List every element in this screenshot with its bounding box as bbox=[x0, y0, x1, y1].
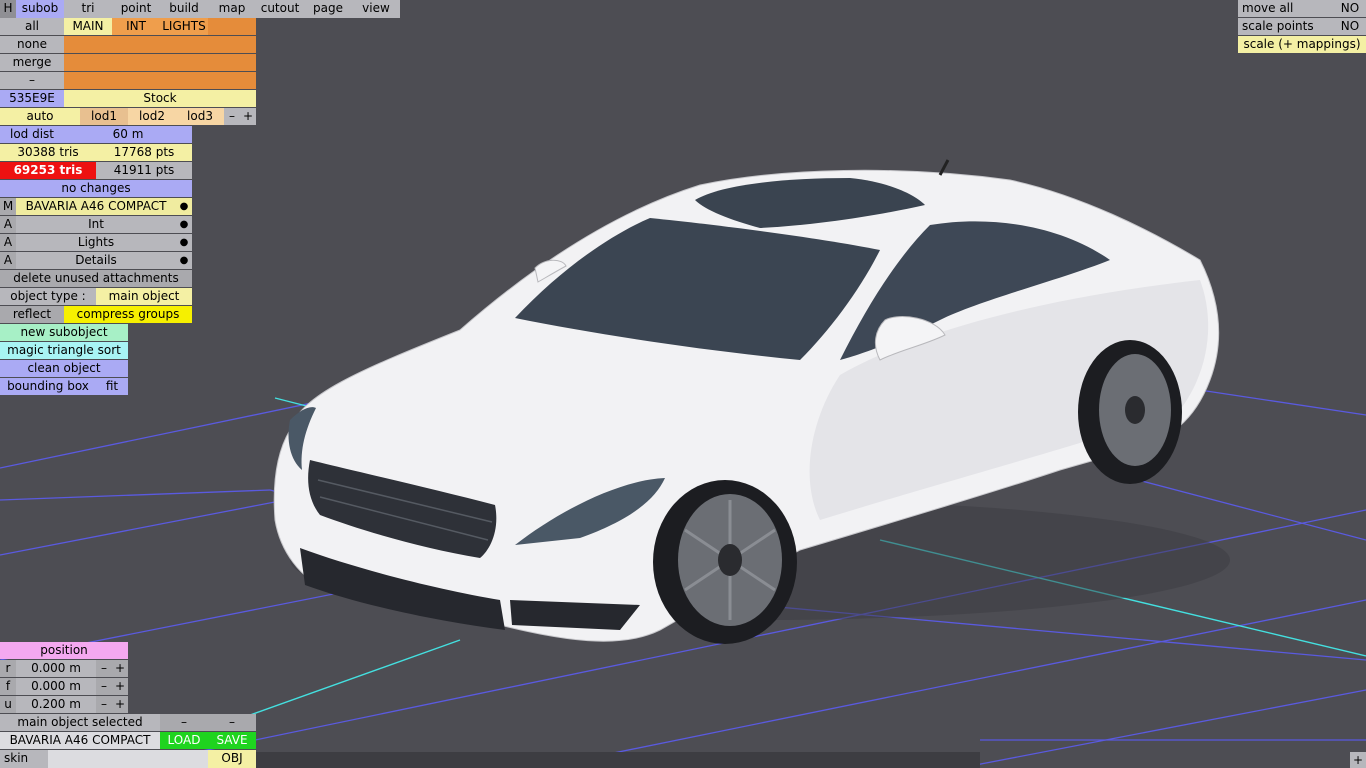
save-button[interactable]: SAVE bbox=[208, 732, 256, 749]
group-slot[interactable] bbox=[160, 36, 208, 53]
part-visibility-toggle[interactable]: ● bbox=[176, 216, 192, 233]
group-slot[interactable] bbox=[160, 54, 208, 71]
bounding-box-button[interactable]: bounding box bbox=[0, 378, 96, 395]
group-slot[interactable] bbox=[64, 54, 112, 71]
tab-h[interactable]: H bbox=[0, 0, 16, 18]
delete-unused-attachments-button[interactable]: delete unused attachments bbox=[0, 270, 192, 287]
select-none-button[interactable]: none bbox=[0, 36, 64, 53]
part-name-details[interactable]: Details bbox=[16, 252, 176, 269]
group-slot[interactable] bbox=[112, 72, 160, 89]
tab-build[interactable]: build bbox=[160, 0, 208, 18]
group-slot[interactable] bbox=[160, 72, 208, 89]
position-minus-u[interactable]: – bbox=[96, 696, 112, 713]
part-flag[interactable]: A bbox=[0, 252, 16, 269]
group-slot[interactable] bbox=[112, 54, 160, 71]
select-all-button[interactable]: all bbox=[0, 18, 64, 35]
position-plus-f[interactable]: + bbox=[112, 678, 128, 695]
magic-triangle-sort-button[interactable]: magic triangle sort bbox=[0, 342, 128, 359]
clean-object-button[interactable]: clean object bbox=[0, 360, 128, 377]
part-visibility-toggle[interactable]: ● bbox=[176, 252, 192, 269]
part-flag[interactable]: M bbox=[0, 198, 16, 215]
lod3-button[interactable]: lod3 bbox=[176, 108, 224, 125]
position-plus-u[interactable]: + bbox=[112, 696, 128, 713]
object-type-value[interactable]: main object bbox=[96, 288, 192, 305]
group-slot[interactable] bbox=[64, 36, 112, 53]
part-name-lights[interactable]: Lights bbox=[16, 234, 176, 251]
part-visibility-toggle[interactable]: ● bbox=[176, 198, 192, 215]
selection-status: main object selected bbox=[0, 714, 160, 731]
changes-status: no changes bbox=[0, 180, 192, 197]
group-lights[interactable]: LIGHTS bbox=[160, 18, 208, 35]
group-slot[interactable] bbox=[112, 36, 160, 53]
group-slot[interactable] bbox=[64, 72, 112, 89]
tab-map[interactable]: map bbox=[208, 0, 256, 18]
lod-minus-button[interactable]: – bbox=[224, 108, 240, 125]
position-title: position bbox=[0, 642, 128, 659]
move-all-toggle[interactable]: NO bbox=[1334, 0, 1366, 17]
tris-count: 30388 tris bbox=[0, 144, 96, 161]
new-subobject-button[interactable]: new subobject bbox=[0, 324, 128, 341]
part-name-main[interactable]: BAVARIA A46 COMPACT bbox=[16, 198, 176, 215]
selection-dash-button[interactable]: – bbox=[208, 714, 256, 731]
scale-points-label[interactable]: scale points bbox=[1238, 18, 1334, 35]
part-flag[interactable]: A bbox=[0, 234, 16, 251]
lod1-button[interactable]: lod1 bbox=[80, 108, 128, 125]
scale-mappings-button[interactable]: scale (+ mappings) bbox=[1238, 36, 1366, 53]
lod-dist-value[interactable]: 60 m bbox=[64, 126, 192, 143]
group-main[interactable]: MAIN bbox=[64, 18, 112, 35]
reflect-button[interactable]: reflect bbox=[0, 306, 64, 323]
tab-tri[interactable]: tri bbox=[64, 0, 112, 18]
position-axis-f: f bbox=[0, 678, 16, 695]
corner-plus-button[interactable]: + bbox=[1350, 752, 1366, 768]
position-minus-f[interactable]: – bbox=[96, 678, 112, 695]
position-value-r[interactable]: 0.000 m bbox=[16, 660, 96, 677]
timeline-scrollbar[interactable] bbox=[256, 752, 980, 768]
lod-dist-label: lod dist bbox=[0, 126, 64, 143]
tab-page[interactable]: page bbox=[304, 0, 352, 18]
part-name-int[interactable]: Int bbox=[16, 216, 176, 233]
merge-button[interactable]: merge bbox=[0, 54, 64, 71]
position-minus-r[interactable]: – bbox=[96, 660, 112, 677]
car-model bbox=[273, 159, 1230, 644]
group-slot[interactable] bbox=[208, 36, 256, 53]
model-name-field[interactable]: BAVARIA A46 COMPACT bbox=[0, 732, 160, 749]
tab-cutout[interactable]: cutout bbox=[256, 0, 304, 18]
lod-plus-button[interactable]: + bbox=[240, 108, 256, 125]
total-points-count: 41911 pts bbox=[96, 162, 192, 179]
points-count: 17768 pts bbox=[96, 144, 192, 161]
lod-auto-button[interactable]: auto bbox=[0, 108, 80, 125]
fit-button[interactable]: fit bbox=[96, 378, 128, 395]
tab-point[interactable]: point bbox=[112, 0, 160, 18]
move-all-label[interactable]: move all bbox=[1238, 0, 1334, 17]
load-button[interactable]: LOAD bbox=[160, 732, 208, 749]
selection-dash-button[interactable]: – bbox=[160, 714, 208, 731]
tab-view[interactable]: view bbox=[352, 0, 400, 18]
variant-id[interactable]: 535E9E bbox=[0, 90, 64, 107]
position-plus-r[interactable]: + bbox=[112, 660, 128, 677]
variant-name[interactable]: Stock bbox=[64, 90, 256, 107]
obj-export-button[interactable]: OBJ bbox=[208, 750, 256, 768]
part-visibility-toggle[interactable]: ● bbox=[176, 234, 192, 251]
group-slot[interactable] bbox=[208, 18, 256, 35]
group-slot[interactable] bbox=[208, 54, 256, 71]
compress-groups-button[interactable]: compress groups bbox=[64, 306, 192, 323]
group-slot[interactable] bbox=[208, 72, 256, 89]
tab-subob[interactable]: subob bbox=[16, 0, 64, 18]
remove-button[interactable]: – bbox=[0, 72, 64, 89]
object-type-label: object type : bbox=[0, 288, 96, 305]
lod2-button[interactable]: lod2 bbox=[128, 108, 176, 125]
total-tris-count: 69253 tris bbox=[0, 162, 96, 179]
position-axis-u: u bbox=[0, 696, 16, 713]
position-axis-r: r bbox=[0, 660, 16, 677]
skin-field[interactable] bbox=[48, 750, 208, 768]
position-value-u[interactable]: 0.200 m bbox=[16, 696, 96, 713]
scale-points-toggle[interactable]: NO bbox=[1334, 18, 1366, 35]
skin-label: skin bbox=[0, 750, 48, 768]
part-flag[interactable]: A bbox=[0, 216, 16, 233]
position-value-f[interactable]: 0.000 m bbox=[16, 678, 96, 695]
group-int[interactable]: INT bbox=[112, 18, 160, 35]
